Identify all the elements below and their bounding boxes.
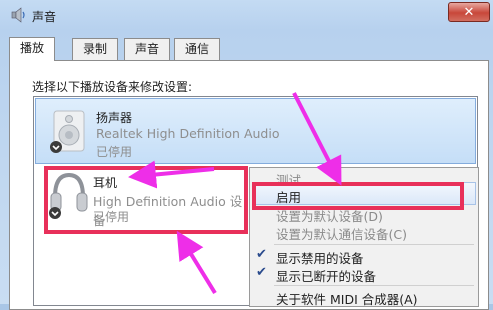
annotation-arrows	[128, 92, 342, 295]
tab-playback[interactable]: 播放	[9, 37, 56, 61]
sound-dialog: 声音 ✕ 播放 录制 声音 通信 选择以下播放设备来修改设置: 扬声器 Real…	[0, 0, 493, 310]
arrow-to-enable	[292, 92, 342, 186]
arrow-to-headphones-label	[128, 160, 215, 189]
arrow-to-headphones-box	[176, 230, 217, 295]
